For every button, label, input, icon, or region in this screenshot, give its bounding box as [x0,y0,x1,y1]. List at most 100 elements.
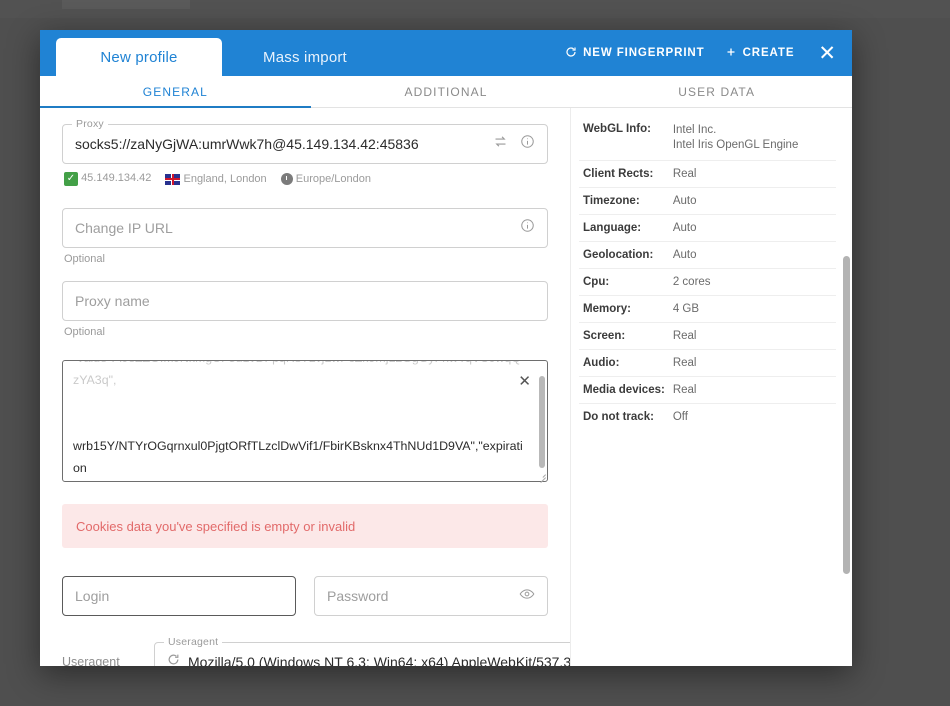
tab-mass-import[interactable]: Mass import [222,38,388,76]
info-value: Real [672,357,697,369]
info-value: Auto [672,195,697,207]
table-row: Do not track: Off [579,404,836,431]
info-key: Memory: [583,303,631,315]
header-actions: NEW FINGERPRINT CREATE ✕ [565,30,840,76]
info-value: Real [672,384,697,396]
uk-flag-icon [165,173,181,185]
refresh-icon [565,46,577,61]
close-icon[interactable]: ✕ [814,43,840,64]
cookies-error-message: Cookies data you've specified is empty o… [62,504,548,548]
info-key: Screen: [583,330,626,342]
info-icon[interactable] [520,134,535,154]
info-key: Cpu: [583,276,610,288]
info-key: Timezone: [583,195,640,207]
refresh-icon[interactable] [167,653,180,666]
tab-mass-import-label: Mass import [263,48,347,66]
proxy-name-field[interactable]: Proxy name [62,281,548,321]
info-value: Off [672,411,688,423]
proxy-field-icons [493,134,535,154]
table-row: Screen: Real [579,323,836,350]
create-button[interactable]: CREATE [725,46,795,61]
table-row: WebGL Info: Intel Inc. Intel Iris OpenGL… [579,116,836,161]
proxy-value: socks5://zaNyGjWA:umrWwk7h@45.149.134.42… [75,136,419,152]
table-row: Media devices: Real [579,377,836,404]
info-key: Do not track: [583,411,654,423]
general-form: Proxy socks5://zaNyGjWA:umrWwk7h@45.149.… [40,108,570,666]
proxy-field[interactable]: Proxy socks5://zaNyGjWA:umrWwk7h@45.149.… [62,118,548,164]
useragent-value: Mozilla/5.0 (Windows NT 6.3; Win64; x64)… [188,654,570,666]
dialog-tabs: New profile Mass import [40,30,388,76]
cookies-clipped-line: "value":"lJeZZOIMJNkMgUF5u1vDFpqRsTLvjLw… [73,361,521,387]
password-field[interactable]: Password [314,576,548,616]
info-icon[interactable] [520,218,535,238]
clock-icon [280,173,293,186]
info-value: 4 GB [672,303,700,315]
cookies-error-text: Cookies data you've specified is empty o… [76,518,356,534]
info-value: Real [672,330,697,342]
info-value: 2 cores [672,276,711,288]
proxy-location-label: England, London [183,173,267,185]
proxy-ip-status: ✓ 45.149.134.42 [64,172,151,186]
dialog-header: New profile Mass import NEW FINGERPRINT [40,30,852,76]
proxy-name-placeholder: Proxy name [75,293,150,309]
tab-user-data-label: USER DATA [678,84,756,99]
new-fingerprint-button[interactable]: NEW FINGERPRINT [565,46,704,61]
fingerprint-info-table: WebGL Info: Intel Inc. Intel Iris OpenGL… [579,116,836,430]
swap-arrows-icon[interactable] [493,134,508,154]
tab-additional-label: ADDITIONAL [404,84,488,99]
proxy-location: England, London [165,173,267,185]
resize-handle[interactable] [538,472,546,480]
tab-new-profile[interactable]: New profile [56,38,222,76]
green-check-icon: ✓ [64,172,78,186]
login-placeholder: Login [75,588,110,604]
proxy-timezone: Europe/London [280,172,371,186]
info-key: Audio: [583,357,620,369]
cookies-textarea[interactable]: "value":"lJeZZOIMJNkMgUF5u1vDFpqRsTLvjLw… [62,360,548,482]
table-row: Geolocation: Auto [579,242,836,269]
create-label: CREATE [742,47,795,59]
tab-additional[interactable]: ADDITIONAL [311,76,582,107]
eye-icon[interactable] [519,586,535,607]
webgl-renderer: Intel Iris OpenGL Engine [672,139,799,151]
table-row: Memory: 4 GB [579,296,836,323]
table-row: Audio: Real [579,350,836,377]
info-key: Media devices: [583,384,665,396]
table-row: Cpu: 2 cores [579,269,836,296]
webgl-vendor: Intel Inc. [672,124,717,136]
info-key: WebGL Info: [583,123,651,135]
cookies-textarea-wrap: "value":"lJeZZOIMJNkMgUF5u1vDFpqRsTLvjLw… [62,360,548,482]
plus-icon [725,46,737,61]
dialog-scrollbar[interactable] [843,256,850,574]
table-row: Timezone: Auto [579,188,836,215]
change-ip-url-field[interactable]: Change IP URL [62,208,548,248]
proxy-ip: 45.149.134.42 [81,172,152,184]
table-row: Client Rects: Real [579,161,836,188]
useragent-field[interactable]: Useragent Mozilla/5.0 (Windows NT 6.3; W… [154,636,570,666]
new-fingerprint-label: NEW FINGERPRINT [583,47,705,59]
section-tabs: GENERAL ADDITIONAL USER DATA [40,76,852,108]
change-ip-url-helper: Optional [64,253,105,265]
tab-general-label: GENERAL [142,84,208,99]
login-field[interactable]: Login [62,576,296,616]
cookies-scrollbar[interactable] [539,376,545,468]
cookies-line: wrb15Y/NTYrOGqrnxul0PjgtORfTLzclDwVif1/F… [73,439,523,475]
info-value: Auto [672,222,697,234]
info-value: Real [672,168,697,180]
proxy-legend: Proxy [72,118,108,130]
info-key: Client Rects: [583,168,654,180]
tab-new-profile-label: New profile [100,48,178,66]
proxy-timezone-label: Europe/London [295,172,371,185]
cookies-clear-icon[interactable]: ✕ [518,374,531,389]
tab-user-data[interactable]: USER DATA [581,76,852,107]
password-placeholder: Password [327,588,389,604]
fingerprint-info-panel: WebGL Info: Intel Inc. Intel Iris OpenGL… [570,108,852,666]
info-value: Intel Inc. Intel Iris OpenGL Engine [669,116,836,161]
tab-general[interactable]: GENERAL [40,76,311,108]
credentials-row: Login Password [62,576,548,616]
dialog-body: Proxy socks5://zaNyGjWA:umrWwk7h@45.149.… [40,108,852,666]
useragent-label: Useragent [62,655,120,666]
change-ip-url-placeholder: Change IP URL [75,220,173,236]
proxy-status: ✓ 45.149.134.42 England, London Europe/L… [64,172,548,186]
useragent-row: Useragent Useragent Mozilla/5.0 (Windows… [62,636,570,666]
useragent-legend: Useragent [164,636,223,648]
